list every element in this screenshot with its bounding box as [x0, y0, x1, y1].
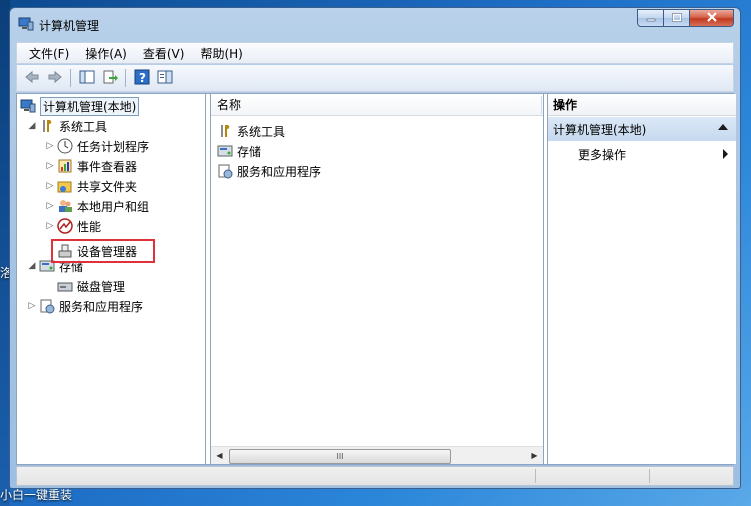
- clock-icon: [57, 138, 73, 154]
- column-header-label: 名称: [217, 98, 242, 112]
- submenu-arrow-icon[interactable]: [723, 149, 728, 159]
- tree-item-label: 磁盘管理: [77, 279, 126, 294]
- tree-item-disk-management[interactable]: 磁盘管理: [55, 277, 125, 295]
- tree-item-system-tools[interactable]: ◢ 系统工具: [27, 117, 107, 135]
- expand-arrow-icon[interactable]: ▷: [45, 161, 55, 171]
- actions-group-label: 计算机管理(本地): [553, 122, 647, 137]
- back-arrow-icon: [24, 70, 40, 87]
- status-separator: [649, 469, 650, 483]
- toolbar-separator: [125, 69, 126, 87]
- list-item[interactable]: 系统工具: [215, 122, 285, 140]
- expand-arrow-icon[interactable]: ▷: [45, 221, 55, 231]
- toolbar-separator: [70, 69, 71, 87]
- actions-pane: 操作 计算机管理(本地) 更多操作: [547, 94, 736, 464]
- services-icon: [217, 163, 233, 179]
- window-title: 计算机管理: [39, 19, 100, 33]
- toolbar: ?: [16, 65, 734, 92]
- tree-item-label: 性能: [77, 219, 102, 234]
- maximize-icon: [671, 11, 682, 25]
- menu-help[interactable]: 帮助(H): [192, 45, 250, 62]
- storage-icon: [217, 143, 233, 159]
- list-item[interactable]: 存储: [215, 142, 261, 160]
- actions-header: 操作: [548, 94, 736, 116]
- tree-item-label: 计算机管理(本地): [40, 96, 140, 116]
- column-divider[interactable]: [541, 96, 542, 114]
- tools-icon: [39, 118, 55, 134]
- actions-header-label: 操作: [553, 98, 578, 112]
- menu-view[interactable]: 查看(V): [135, 45, 193, 62]
- scroll-right-icon[interactable]: ▶: [526, 447, 543, 464]
- tree-item-root[interactable]: 计算机管理(本地): [20, 96, 140, 116]
- collapse-arrow-icon[interactable]: ◢: [27, 121, 37, 131]
- console-tree-icon: [79, 70, 95, 87]
- performance-icon: [57, 218, 73, 234]
- forward-arrow-icon: [47, 70, 63, 87]
- collapse-up-icon[interactable]: [718, 124, 728, 130]
- main-content: 计算机管理(本地) ◢ 系统工具 ▷ 任务计划程序 ▷ 事件查看器 ▷ 共享文件…: [16, 93, 736, 465]
- minimize-button[interactable]: [637, 9, 664, 27]
- horizontal-scrollbar[interactable]: ◀ III ▶: [211, 446, 543, 464]
- close-button[interactable]: [690, 9, 734, 27]
- minimize-icon: [646, 11, 656, 25]
- results-pane: 名称 系统工具 存储 服务和应用程序 ◀ III ▶: [210, 94, 544, 464]
- tree-item-services-apps[interactable]: ▷ 服务和应用程序: [27, 297, 143, 315]
- tree-item-label: 共享文件夹: [77, 179, 138, 194]
- export-list-button[interactable]: [99, 68, 120, 89]
- back-button[interactable]: [21, 68, 42, 89]
- tree-item-task-scheduler[interactable]: ▷ 任务计划程序: [45, 137, 149, 155]
- list-item-label: 存储: [237, 144, 262, 159]
- list-item[interactable]: 服务和应用程序: [215, 162, 321, 180]
- tree-item-label: 系统工具: [59, 119, 108, 134]
- shared-folder-icon: [57, 178, 73, 194]
- scrollbar-thumb[interactable]: III: [229, 449, 451, 464]
- console-tree-pane: 计算机管理(本地) ◢ 系统工具 ▷ 任务计划程序 ▷ 事件查看器 ▷ 共享文件…: [17, 94, 206, 464]
- highlight-annotation: [51, 239, 155, 263]
- maximize-button[interactable]: [664, 9, 690, 27]
- expand-arrow-icon[interactable]: ▷: [45, 181, 55, 191]
- tree-item-label: 任务计划程序: [77, 139, 150, 154]
- tree-item-local-users[interactable]: ▷ 本地用户和组: [45, 197, 149, 215]
- tools-icon: [217, 123, 233, 139]
- users-icon: [57, 198, 73, 214]
- tree-item-label: 事件查看器: [77, 159, 138, 174]
- help-icon: ?: [134, 69, 150, 88]
- menu-bar: 文件(F) 操作(A) 查看(V) 帮助(H): [16, 42, 734, 64]
- title-bar[interactable]: 计算机管理: [10, 8, 740, 38]
- disk-icon: [57, 278, 73, 294]
- tree-item-label: 服务和应用程序: [59, 299, 144, 314]
- svg-text:?: ?: [139, 71, 146, 85]
- expand-arrow-icon[interactable]: ▷: [45, 141, 55, 151]
- column-header-name[interactable]: 名称: [211, 94, 543, 116]
- export-icon: [102, 70, 118, 87]
- expand-arrow-icon[interactable]: ▷: [27, 301, 37, 311]
- scroll-left-icon[interactable]: ◀: [211, 447, 228, 464]
- action-pane-icon: [157, 70, 173, 87]
- tree-item-label: 本地用户和组: [77, 199, 150, 214]
- menu-action[interactable]: 操作(A): [77, 45, 135, 62]
- list-item-label: 服务和应用程序: [237, 164, 322, 179]
- menu-file[interactable]: 文件(F): [21, 45, 77, 62]
- list-item-label: 系统工具: [237, 124, 286, 139]
- close-icon: [706, 11, 718, 25]
- collapse-arrow-icon[interactable]: ◢: [27, 261, 37, 271]
- computer-management-icon: [18, 17, 34, 31]
- forward-button[interactable]: [44, 68, 65, 89]
- expand-arrow-icon[interactable]: ▷: [45, 201, 55, 211]
- more-actions-item[interactable]: 更多操作: [578, 146, 626, 163]
- tree-item-shared-folders[interactable]: ▷ 共享文件夹: [45, 177, 137, 195]
- computer-management-window: 计算机管理 文件(F) 操作(A) 查看(V) 帮助(H) ? 计算机管理(本地…: [9, 7, 741, 489]
- show-hide-action-pane-button[interactable]: [154, 68, 175, 89]
- status-bar: [16, 466, 734, 486]
- show-hide-tree-button[interactable]: [76, 68, 97, 89]
- tree-item-event-viewer[interactable]: ▷ 事件查看器: [45, 157, 137, 175]
- event-viewer-icon: [57, 158, 73, 174]
- scroll-grip: III: [336, 452, 344, 461]
- computer-management-icon: [20, 98, 36, 114]
- actions-group-header[interactable]: 计算机管理(本地): [548, 117, 736, 141]
- status-separator: [535, 469, 536, 483]
- services-icon: [39, 298, 55, 314]
- tree-item-performance[interactable]: ▷ 性能: [45, 217, 101, 235]
- help-button[interactable]: ?: [131, 68, 152, 89]
